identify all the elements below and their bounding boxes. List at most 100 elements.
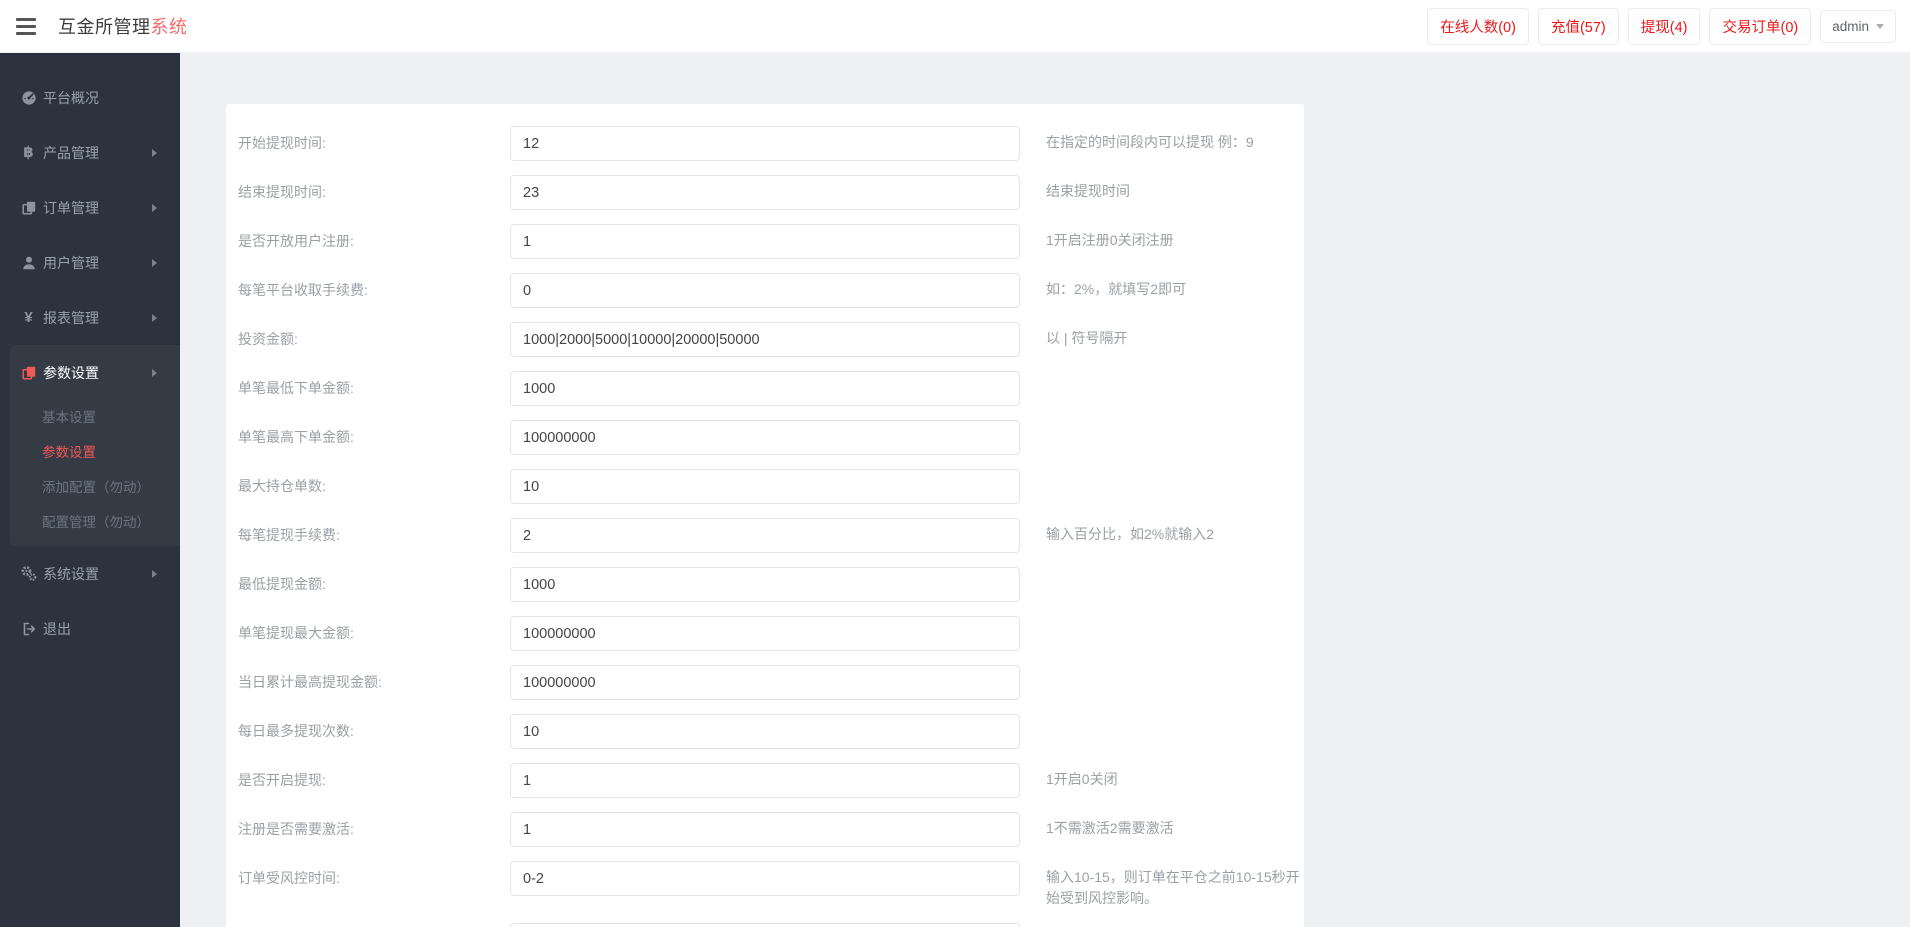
form-row: 每笔平台收取手续费: 如：2%，就填写2即可 xyxy=(238,273,1304,308)
form-row: 投资金额: 以 | 符号隔开 xyxy=(238,322,1304,357)
form-row: 是否开启提现: 1开启0关闭 xyxy=(238,763,1304,798)
field-input[interactable] xyxy=(510,616,1020,651)
user-icon xyxy=(20,254,37,271)
form-row: 最大持仓单数: xyxy=(238,469,1304,504)
sidebar-subitem-config-manage[interactable]: 配置管理（勿动） xyxy=(10,505,180,540)
field-input[interactable] xyxy=(510,763,1020,798)
admin-username: admin xyxy=(1832,19,1869,34)
sidebar-item-logout[interactable]: 退出 xyxy=(0,601,180,656)
sidebar-subitem-add-config[interactable]: 添加配置（勿动） xyxy=(10,470,180,505)
form-row: 每日最多提现次数: xyxy=(238,714,1304,749)
field-input[interactable] xyxy=(510,518,1020,553)
sidebar-subitem-param-settings[interactable]: 参数设置 xyxy=(10,435,180,470)
field-help xyxy=(1046,665,1304,671)
field-input[interactable] xyxy=(510,812,1020,847)
field-input[interactable] xyxy=(510,322,1020,357)
chevron-right-icon xyxy=(152,369,157,377)
withdraw-button[interactable]: 提现(4) xyxy=(1628,8,1701,45)
admin-page: 互金所管理系统 在线人数(0)充值(57)提现(4)交易订单(0) admin … xyxy=(0,0,1910,927)
field-label: 是否开启提现: xyxy=(238,763,510,798)
form-row xyxy=(238,923,1304,927)
copy-icon xyxy=(20,199,37,216)
form-row: 每笔提现手续费: 输入百分比，如2%就输入2 xyxy=(238,518,1304,553)
form-row: 单笔提现最大金额: xyxy=(238,616,1304,651)
field-input[interactable] xyxy=(510,273,1020,308)
field-input[interactable] xyxy=(510,420,1020,455)
field-help: 以 | 符号隔开 xyxy=(1046,322,1304,349)
field-help xyxy=(1046,469,1304,475)
field-label: 单笔提现最大金额: xyxy=(238,616,510,651)
sidebar: 平台概况 ฿ 产品管理 订单管理 用户管理 ¥ 报表管理 参数设置 基本设置参数… xyxy=(0,53,180,927)
sidebar-item-report-manage[interactable]: ¥ 报表管理 xyxy=(0,290,180,345)
field-help: 输入百分比，如2%就输入2 xyxy=(1046,518,1304,545)
field-input[interactable] xyxy=(510,175,1020,210)
topbar-actions: 在线人数(0)充值(57)提现(4)交易订单(0) admin xyxy=(1427,8,1896,45)
field-help xyxy=(1046,714,1304,720)
chevron-right-icon xyxy=(152,149,157,157)
field-label: 最大持仓单数: xyxy=(238,469,510,504)
field-help: 1开启注册0关闭注册 xyxy=(1046,224,1304,251)
yen-icon: ¥ xyxy=(20,309,37,326)
field-help xyxy=(1046,420,1304,426)
field-input[interactable] xyxy=(510,861,1020,896)
field-label: 是否开放用户注册: xyxy=(238,224,510,259)
field-input[interactable] xyxy=(510,714,1020,749)
field-input[interactable] xyxy=(510,371,1020,406)
field-input[interactable] xyxy=(510,665,1020,700)
app-title-accent: 系统 xyxy=(151,17,188,37)
field-help: 1开启0关闭 xyxy=(1046,763,1304,790)
gears-icon xyxy=(20,565,37,582)
field-input[interactable] xyxy=(510,923,1020,927)
field-input[interactable] xyxy=(510,126,1020,161)
main-content: 开始提现时间: 在指定的时间段内可以提现 例：9 结束提现时间: 结束提现时间 … xyxy=(180,53,1910,927)
sidebar-item-order-manage[interactable]: 订单管理 xyxy=(0,180,180,235)
chevron-right-icon xyxy=(152,314,157,322)
field-label: 注册是否需要激活: xyxy=(238,812,510,847)
sidebar-item-product-manage[interactable]: ฿ 产品管理 xyxy=(0,125,180,180)
sidebar-item-param-settings[interactable]: 参数设置 xyxy=(10,345,180,400)
chevron-right-icon xyxy=(152,259,157,267)
form-row: 最低提现金额: xyxy=(238,567,1304,602)
recharge-button[interactable]: 充值(57) xyxy=(1538,8,1619,45)
form-row: 订单受风控时间: 输入10-15，则订单在平仓之前10-15秒开始受到风控影响。 xyxy=(238,861,1304,909)
dashboard-icon xyxy=(20,89,37,106)
sidebar-item-user-manage[interactable]: 用户管理 xyxy=(0,235,180,290)
sidebar-item-platform-overview[interactable]: 平台概况 xyxy=(0,70,180,125)
field-help: 结束提现时间 xyxy=(1046,175,1304,202)
topbar: 互金所管理系统 在线人数(0)充值(57)提现(4)交易订单(0) admin xyxy=(0,0,1910,53)
field-label: 订单受风控时间: xyxy=(238,861,510,896)
field-help: 1不需激活2需要激活 xyxy=(1046,812,1304,839)
copy-icon xyxy=(20,364,37,381)
admin-menu-button[interactable]: admin xyxy=(1820,10,1896,43)
bitcoin-icon: ฿ xyxy=(20,144,37,161)
field-label: 开始提现时间: xyxy=(238,126,510,161)
field-help xyxy=(1046,616,1304,622)
field-input[interactable] xyxy=(510,567,1020,602)
field-label: 当日累计最高提现金额: xyxy=(238,665,510,700)
form-row: 注册是否需要激活: 1不需激活2需要激活 xyxy=(238,812,1304,847)
online-users-button[interactable]: 在线人数(0) xyxy=(1427,8,1529,45)
form-row: 单笔最低下单金额: xyxy=(238,371,1304,406)
form-row: 当日累计最高提现金额: xyxy=(238,665,1304,700)
settings-form-card: 开始提现时间: 在指定的时间段内可以提现 例：9 结束提现时间: 结束提现时间 … xyxy=(226,104,1304,927)
trade-orders-button[interactable]: 交易订单(0) xyxy=(1709,8,1811,45)
chevron-right-icon xyxy=(152,204,157,212)
field-help xyxy=(1046,567,1304,573)
logout-icon xyxy=(20,620,37,637)
sidebar-item-system-settings[interactable]: 系统设置 xyxy=(0,546,180,601)
field-help: 在指定的时间段内可以提现 例：9 xyxy=(1046,126,1304,153)
sidebar-active-group: 参数设置 基本设置参数设置添加配置（勿动）配置管理（勿动） xyxy=(10,345,180,546)
field-label: 每笔提现手续费: xyxy=(238,518,510,553)
field-input[interactable] xyxy=(510,224,1020,259)
menu-toggle-icon[interactable] xyxy=(16,18,36,35)
field-label: 单笔最高下单金额: xyxy=(238,420,510,455)
chevron-down-icon xyxy=(1876,24,1884,29)
form-row: 是否开放用户注册: 1开启注册0关闭注册 xyxy=(238,224,1304,259)
app-title-main: 互金所管理 xyxy=(58,17,151,37)
form-row: 结束提现时间: 结束提现时间 xyxy=(238,175,1304,210)
chevron-right-icon xyxy=(152,570,157,578)
sidebar-subitem-basic-settings[interactable]: 基本设置 xyxy=(10,400,180,435)
field-label: 每日最多提现次数: xyxy=(238,714,510,749)
field-help: 输入10-15，则订单在平仓之前10-15秒开始受到风控影响。 xyxy=(1046,861,1304,909)
field-input[interactable] xyxy=(510,469,1020,504)
